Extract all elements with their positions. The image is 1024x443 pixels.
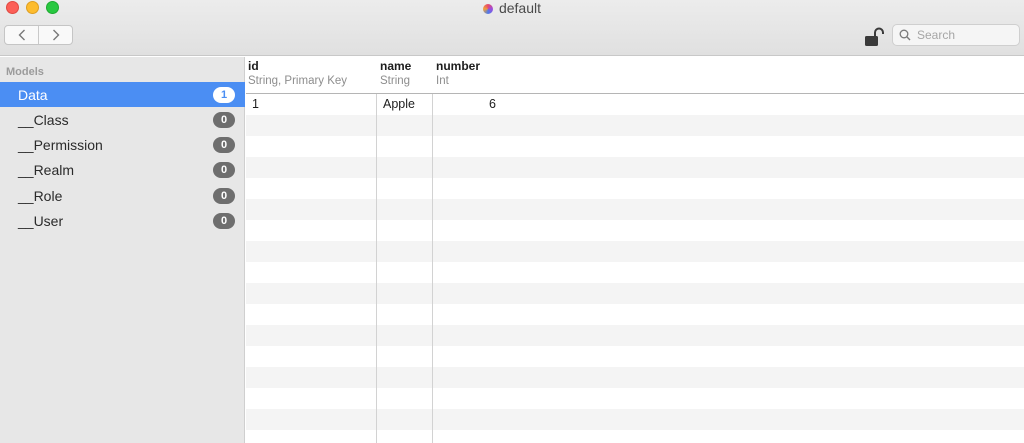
sidebar-item-role[interactable]: __Role 0: [0, 183, 245, 208]
sidebar-item-realm[interactable]: __Realm 0: [0, 157, 245, 182]
empty-row: [246, 430, 1024, 443]
column-header-id[interactable]: id String, Primary Key: [248, 59, 347, 89]
window-title-text: default: [498, 0, 542, 16]
realm-logo-icon: [482, 4, 493, 14]
cell-id[interactable]: 1: [252, 97, 259, 111]
sidebar-item-class[interactable]: __Class 0: [0, 107, 245, 132]
navigation-buttons: [4, 25, 73, 45]
unlocked-padlock-icon[interactable]: [864, 27, 886, 47]
search-icon: [899, 29, 911, 41]
empty-row: [246, 262, 1024, 283]
sidebar-item-label: __Permission: [18, 136, 103, 153]
empty-row: [246, 241, 1024, 262]
count-badge: 0: [213, 136, 235, 153]
back-button[interactable]: [5, 26, 38, 44]
objects-table: id String, Primary Key name String numbe…: [246, 57, 1024, 443]
sidebar-item-label: __Realm: [18, 161, 75, 178]
empty-row: [246, 115, 1024, 136]
sidebar-item-label: Data: [18, 86, 48, 103]
empty-row: [246, 178, 1024, 199]
table-header: id String, Primary Key name String numbe…: [246, 57, 1024, 94]
search-field[interactable]: [892, 24, 1020, 46]
count-badge: 0: [213, 212, 235, 229]
empty-row: [246, 136, 1024, 157]
empty-row: [246, 388, 1024, 409]
count-badge: 0: [213, 187, 235, 204]
sidebar-item-label: __Role: [18, 187, 63, 204]
table-row[interactable]: 1 Apple 6: [246, 94, 1024, 115]
column-type: String, Primary Key: [248, 75, 348, 87]
empty-row: [246, 409, 1024, 430]
empty-row: [246, 346, 1024, 367]
chevron-left-icon: [18, 29, 25, 41]
column-name: number: [436, 59, 481, 73]
search-input[interactable]: [917, 28, 1017, 42]
window-title: default: [0, 0, 1024, 16]
column-divider: [376, 94, 377, 443]
forward-button[interactable]: [38, 26, 72, 44]
sidebar-item-user[interactable]: __User 0: [0, 208, 245, 233]
column-type: String: [380, 75, 411, 87]
cell-number[interactable]: 6: [474, 97, 496, 111]
empty-row: [246, 157, 1024, 178]
column-divider: [432, 94, 433, 443]
sidebar-item-data[interactable]: Data 1: [0, 82, 245, 107]
chevron-right-icon: [52, 29, 59, 41]
window-toolbar: default: [0, 0, 1024, 56]
count-badge: 1: [213, 86, 235, 103]
column-type: Int: [436, 75, 449, 87]
column-header-number[interactable]: number Int: [436, 59, 480, 89]
empty-row: [246, 367, 1024, 388]
sidebar-item-label: __Class: [18, 111, 69, 128]
empty-row: [246, 304, 1024, 325]
models-sidebar: Models Data 1 __Class 0 __Permission 0 _…: [0, 57, 245, 443]
column-name: id: [248, 59, 259, 73]
column-name: name: [380, 59, 412, 73]
column-header-name[interactable]: name String: [380, 59, 411, 89]
cell-name[interactable]: Apple: [383, 97, 415, 111]
sidebar-item-permission[interactable]: __Permission 0: [0, 132, 245, 157]
count-badge: 0: [213, 111, 235, 128]
empty-row: [246, 325, 1024, 346]
count-badge: 0: [213, 161, 235, 178]
empty-row: [246, 199, 1024, 220]
empty-row: [246, 220, 1024, 241]
empty-row: [246, 283, 1024, 304]
sidebar-header: Models: [6, 66, 44, 78]
sidebar-item-label: __User: [18, 212, 64, 229]
